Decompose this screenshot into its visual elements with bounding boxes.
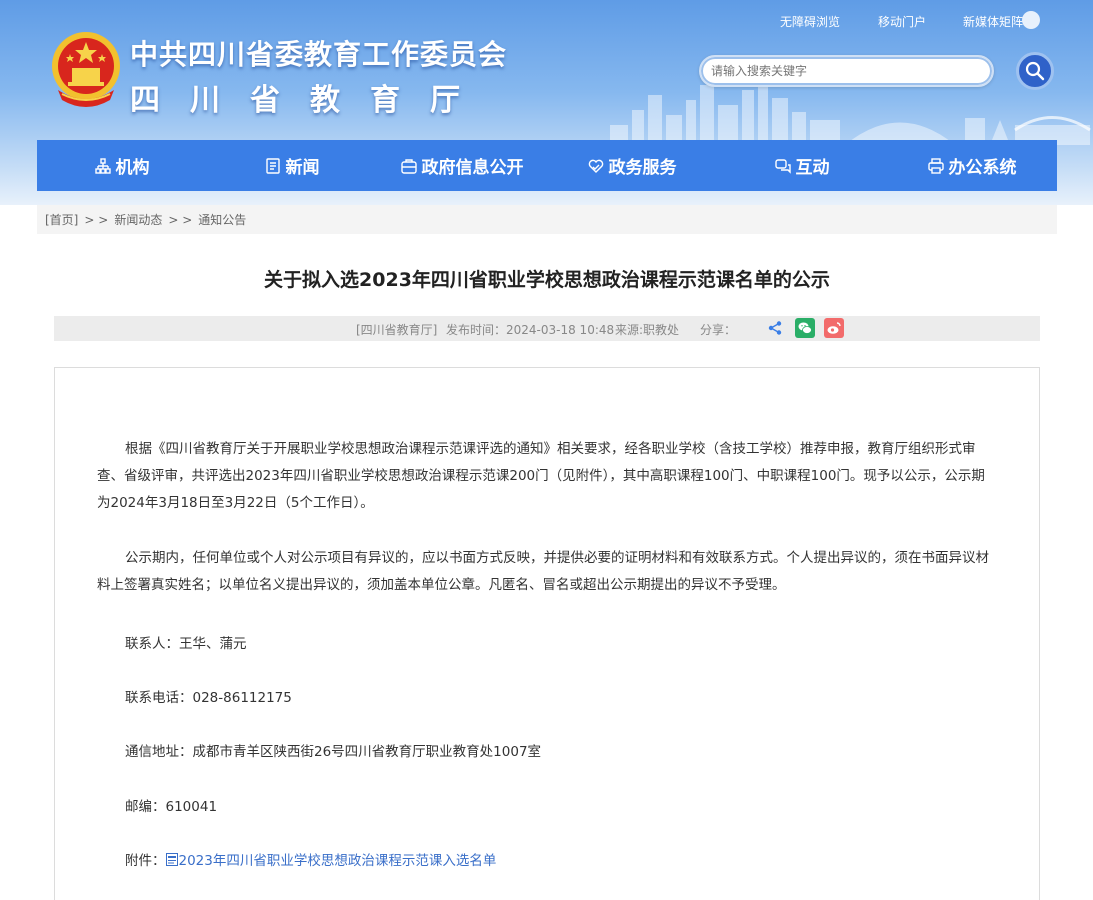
meta-source: 来源:职教处 xyxy=(615,323,680,337)
document-icon xyxy=(165,853,178,866)
breadcrumb-separator: > > xyxy=(168,212,193,227)
meta-share-label: 分享： xyxy=(700,323,737,337)
nav-label: 新闻 xyxy=(285,158,320,178)
nav-label: 互动 xyxy=(795,158,830,178)
attachment-label: 附件： xyxy=(125,853,166,869)
weibo-icon xyxy=(827,322,841,334)
postcode: 邮编：610041 xyxy=(125,799,218,815)
site-subtitle: 四川省教育厅 xyxy=(130,83,490,118)
share-button[interactable] xyxy=(765,318,785,338)
share-icon xyxy=(768,321,782,335)
breadcrumb-separator: > > xyxy=(84,212,109,227)
breadcrumb-news-link[interactable]: 新闻动态 xyxy=(114,211,162,228)
search-icon xyxy=(1025,61,1045,81)
nav-label: 办公系统 xyxy=(948,158,1017,178)
chat-icon xyxy=(774,158,791,174)
meta-source-tag: [四川省教育厅] xyxy=(356,323,438,337)
mobile-portal-link[interactable]: 移动门户 xyxy=(878,13,926,30)
contact-phone: 联系电话：028-86112175 xyxy=(125,690,292,706)
article-meta-bar: [四川省教育厅] 发布时间：2024-03-18 10:48 来源:职教处 分享… xyxy=(54,316,1040,341)
site-title: 中共四川省委教育工作委员会 xyxy=(130,38,508,71)
nav-item-org[interactable]: 机构 xyxy=(37,140,207,191)
wechat-share-button[interactable] xyxy=(795,318,815,338)
weibo-share-button[interactable] xyxy=(824,318,844,338)
contact-address: 通信地址：成都市青羊区陕西街26号四川省教育厅职业教育处1007室 xyxy=(125,744,542,760)
contact-person: 联系人：王华、蒲元 xyxy=(125,636,247,652)
nav-item-interact[interactable]: 互动 xyxy=(717,140,887,191)
printer-icon xyxy=(927,157,944,174)
nav-item-service[interactable]: 政务服务 xyxy=(547,140,717,191)
breadcrumb-notice-link[interactable]: 通知公告 xyxy=(198,211,246,228)
accessibility-link[interactable]: 无障碍浏览 xyxy=(780,13,840,30)
article-paragraph: 公示期内，任何单位或个人对公示项目有异议的，应以书面方式反映，并提供必要的证明材… xyxy=(97,550,989,593)
info-open-icon xyxy=(400,158,417,174)
article-title: 关于拟入选2023年四川省职业学校思想政治课程示范课名单的公示 xyxy=(264,269,830,291)
attachment-row: 附件： 2023年四川省职业学校思想政治课程示范课入选名单 xyxy=(125,849,496,869)
new-media-icon[interactable] xyxy=(1022,11,1040,29)
article-paragraph: 根据《四川省教育厅关于开展职业学校思想政治课程示范课评选的通知》相关要求，经各职… xyxy=(97,441,985,511)
nav-item-news[interactable]: 新闻 xyxy=(207,140,377,191)
nav-item-info-open[interactable]: 政府信息公开 xyxy=(377,140,547,191)
org-icon xyxy=(94,157,111,174)
breadcrumb: [首页] > > 新闻动态 > > 通知公告 xyxy=(37,205,1057,234)
search-input[interactable] xyxy=(699,55,994,87)
attachment-link[interactable]: 2023年四川省职业学校思想政治课程示范课入选名单 xyxy=(179,853,497,869)
meta-publish-time: 发布时间：2024-03-18 10:48 xyxy=(446,323,615,337)
main-nav: 机构 新闻 政府信息公开 政务服务 互动 办公系统 xyxy=(37,140,1057,191)
nav-label: 机构 xyxy=(115,158,150,178)
service-icon xyxy=(588,159,603,173)
nav-label: 政府信息公开 xyxy=(421,158,524,178)
nav-label: 政务服务 xyxy=(608,158,677,178)
wechat-icon xyxy=(798,322,812,334)
new-media-link[interactable]: 新媒体矩阵 xyxy=(963,13,1023,30)
national-emblem-logo xyxy=(52,32,120,107)
search-button[interactable] xyxy=(1016,52,1054,90)
breadcrumb-home-link[interactable]: [首页] xyxy=(45,211,78,228)
news-icon xyxy=(265,157,280,174)
nav-item-office[interactable]: 办公系统 xyxy=(887,140,1057,191)
